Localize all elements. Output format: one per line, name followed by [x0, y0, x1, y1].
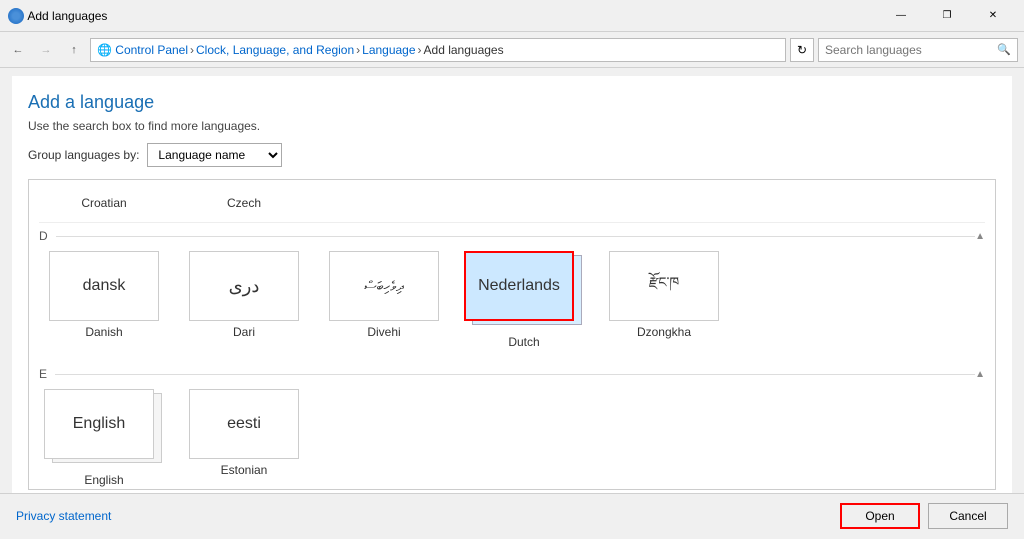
language-grid: Croatian Czech D ▲ dansk Danish — [28, 179, 996, 490]
bottom-buttons: Open Cancel — [840, 503, 1008, 529]
address-path[interactable]: 🌐 Control Panel › Clock, Language, and R… — [90, 38, 786, 62]
list-item[interactable]: دری Dari — [179, 251, 309, 349]
section-e-languages: English English eesti Estonian — [39, 385, 985, 490]
breadcrumb-language[interactable]: Language — [362, 43, 415, 57]
danish-script: dansk — [83, 277, 126, 295]
dari-script: دری — [229, 276, 260, 297]
breadcrumb-globe: 🌐 — [97, 43, 112, 57]
window-title: Add languages — [27, 9, 878, 23]
dzongkha-tile-box[interactable]: རྫོང་ཁ — [609, 251, 719, 321]
back-button[interactable]: ← — [6, 38, 30, 62]
window-icon — [8, 8, 24, 24]
partial-lang-croatian[interactable]: Croatian — [39, 192, 169, 214]
page-title: Add a language — [28, 92, 996, 113]
english-tile-box[interactable]: English — [44, 389, 154, 459]
dutch-label: Dutch — [508, 335, 539, 349]
dutch-script: Nederlands — [478, 277, 560, 295]
section-d-collapse[interactable]: ▲ — [975, 231, 985, 242]
estonian-label: Estonian — [221, 463, 268, 477]
bottom-bar: Privacy statement Open Cancel — [0, 493, 1024, 537]
section-e-collapse[interactable]: ▲ — [975, 369, 985, 380]
dari-label: Dari — [233, 325, 255, 339]
dutch-tile-box[interactable]: Nederlands — [464, 251, 574, 321]
title-bar: Add languages — ❐ ✕ — [0, 0, 1024, 32]
divehi-script: ދިވެހިބަސް — [364, 278, 403, 295]
estonian-script: eesti — [227, 415, 261, 433]
forward-button[interactable]: → — [34, 38, 58, 62]
window-controls: — ❐ ✕ — [878, 0, 1016, 32]
section-d-languages: dansk Danish دری Dari ދިވެހިބަ — [39, 247, 985, 361]
danish-tile-box[interactable]: dansk — [49, 251, 159, 321]
refresh-button[interactable]: ↻ — [790, 38, 814, 62]
list-item[interactable]: Nederlands Dutch — [459, 251, 589, 349]
group-select[interactable]: Language name — [147, 143, 282, 167]
main-content: Add a language Use the search box to fin… — [12, 76, 1012, 506]
search-input[interactable] — [825, 43, 997, 57]
page-subtitle: Use the search box to find more language… — [28, 119, 996, 133]
address-bar: ← → ↑ 🌐 Control Panel › Clock, Language,… — [0, 32, 1024, 68]
top-partial-row: Croatian Czech — [39, 188, 985, 223]
section-d-header: D ▲ — [39, 223, 985, 247]
divehi-tile-box[interactable]: ދިވެހިބަސް — [329, 251, 439, 321]
dzongkha-label: Dzongkha — [637, 325, 691, 339]
breadcrumb-control-panel[interactable]: Control Panel — [115, 43, 188, 57]
estonian-tile-box[interactable]: eesti — [189, 389, 299, 459]
close-button[interactable]: ✕ — [970, 0, 1016, 32]
cancel-button[interactable]: Cancel — [928, 503, 1008, 529]
search-icon: 🔍 — [997, 43, 1011, 56]
list-item[interactable]: རྫོང་ཁ Dzongkha — [599, 251, 729, 349]
section-e-label: E — [39, 367, 47, 381]
list-item[interactable]: eesti Estonian — [179, 389, 309, 487]
english-label: English — [84, 473, 123, 487]
open-button[interactable]: Open — [840, 503, 920, 529]
breadcrumb-clock[interactable]: Clock, Language, and Region — [196, 43, 354, 57]
partial-lang-czech[interactable]: Czech — [179, 192, 309, 214]
section-e-header: E ▲ — [39, 361, 985, 385]
section-d-label: D — [39, 229, 48, 243]
minimize-button[interactable]: — — [878, 0, 924, 32]
dari-tile-box[interactable]: دری — [189, 251, 299, 321]
group-label: Group languages by: — [28, 148, 139, 162]
dzongkha-script: རྫོང་ཁ — [649, 266, 679, 306]
group-row: Group languages by: Language name — [28, 143, 996, 167]
up-button[interactable]: ↑ — [62, 38, 86, 62]
breadcrumb-current: Add languages — [424, 43, 504, 57]
list-item[interactable]: dansk Danish — [39, 251, 169, 349]
maximize-button[interactable]: ❐ — [924, 0, 970, 32]
divehi-label: Divehi — [367, 325, 400, 339]
search-box: 🔍 — [818, 38, 1018, 62]
list-item[interactable]: ދިވެހިބަސް Divehi — [319, 251, 449, 349]
danish-label: Danish — [85, 325, 122, 339]
list-item[interactable]: English English — [39, 389, 169, 487]
english-script: English — [73, 415, 125, 433]
privacy-link[interactable]: Privacy statement — [16, 509, 111, 523]
